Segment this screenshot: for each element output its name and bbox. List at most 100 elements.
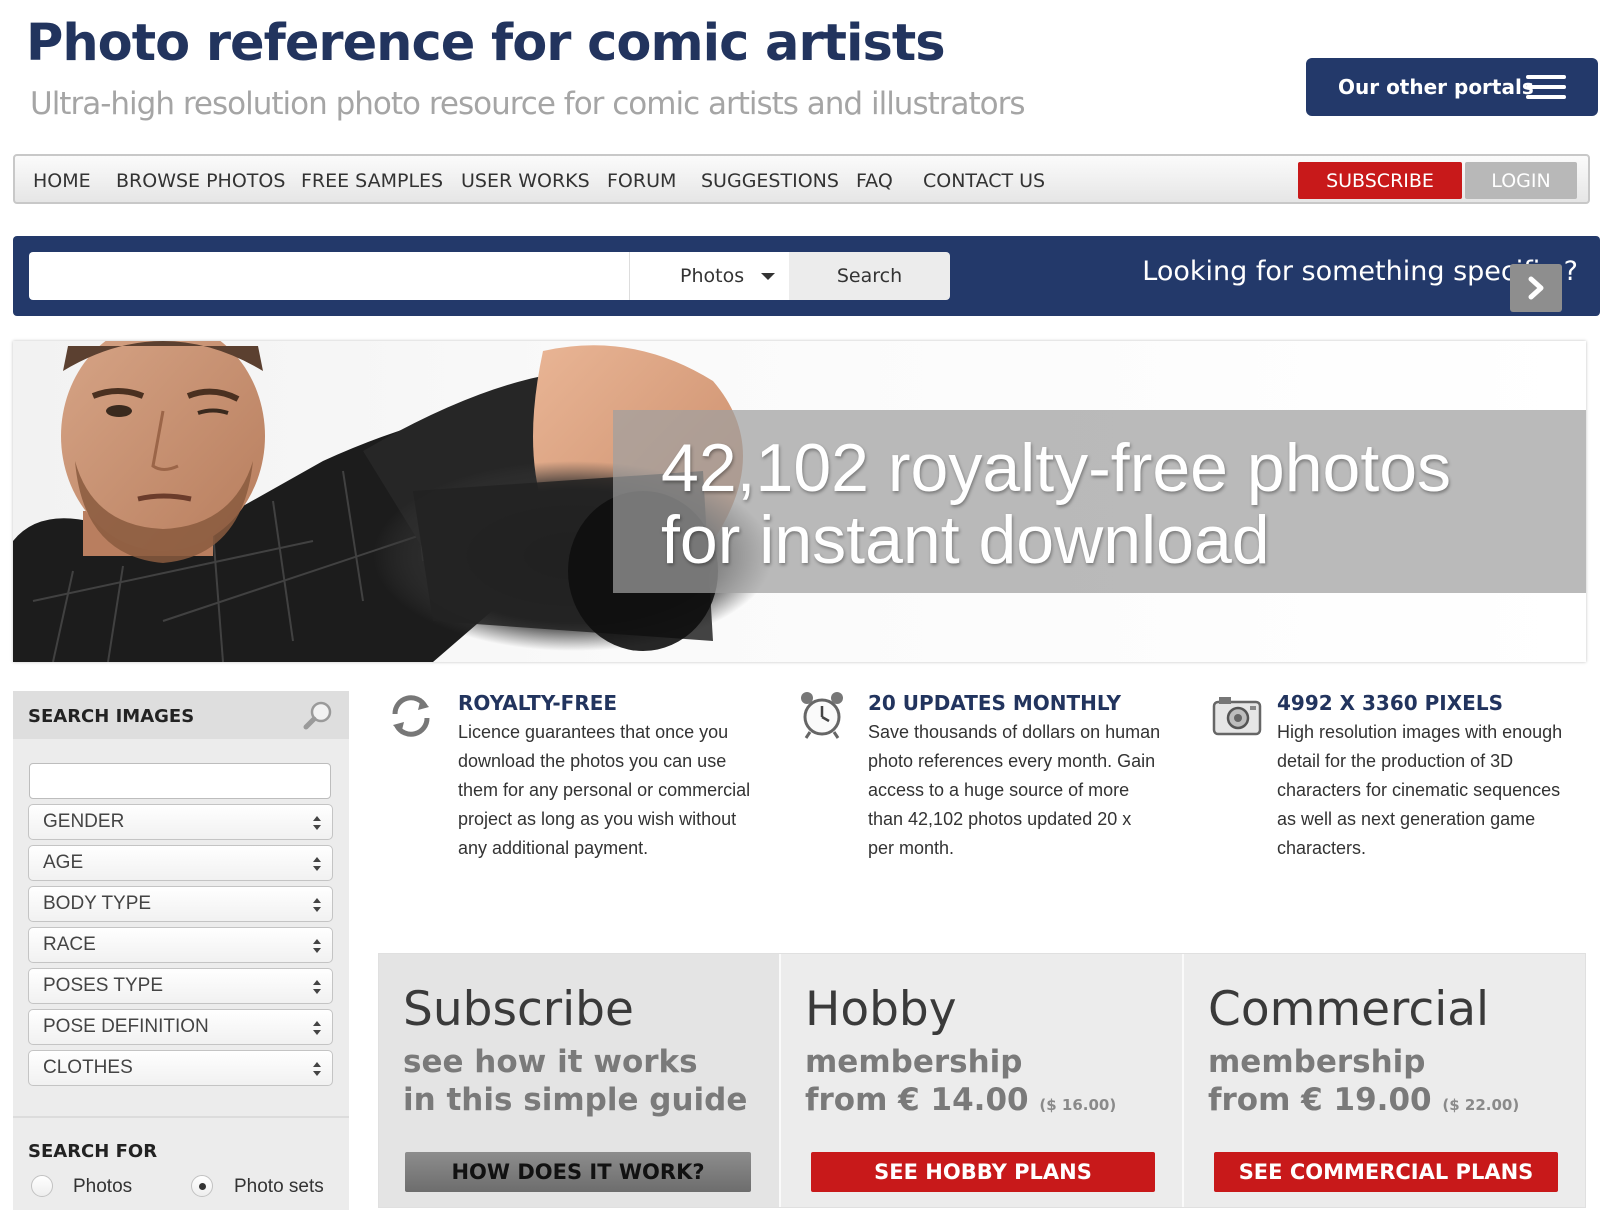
plan-subscribe-guide: Subscribe see how it works in this simpl… (379, 954, 779, 1207)
radio-photo-sets[interactable] (191, 1175, 213, 1197)
plan-hobby: Hobby membership from € 14.00 ($ 16.00) … (781, 954, 1182, 1207)
search-type-value: Photos (680, 265, 745, 287)
feature-line: them for any personal or commercial (458, 780, 751, 800)
body-type-select-label: BODY TYPE (43, 893, 152, 914)
pose-definition-select-label: POSE DEFINITION (43, 1016, 209, 1037)
radio-photos[interactable] (31, 1175, 53, 1197)
plan-line: see how it works (403, 1044, 698, 1080)
see-hobby-plans-button[interactable]: SEE HOBBY PLANS (811, 1152, 1155, 1192)
see-commercial-plans-button[interactable]: SEE COMMERCIAL PLANS (1214, 1152, 1558, 1192)
feature-line: than 42,102 photos updated 20 x (868, 809, 1132, 829)
search-band: Photos Search Looking for something spec… (13, 236, 1600, 316)
updown-arrows-icon (313, 898, 321, 912)
feature-line: Save thousands of dollars on human (868, 722, 1161, 742)
feature-line: detail for the production of 3D (1277, 751, 1514, 771)
search-images-title: SEARCH IMAGES (28, 706, 195, 727)
magnifier-icon[interactable] (303, 700, 333, 730)
plan-price-usd: ($ 22.00) (1442, 1096, 1520, 1114)
radio-photos-label[interactable]: Photos (73, 1176, 132, 1198)
feature-text-updates-monthly: Save thousands of dollars on human photo… (868, 718, 1160, 863)
updown-arrows-icon (313, 1021, 321, 1035)
plan-price-eur: from € 14.00 (805, 1082, 1029, 1118)
site-subtitle: Ultra-high resolution photo resource for… (30, 86, 1026, 122)
caret-down-icon (761, 273, 775, 280)
race-select[interactable]: RACE (28, 927, 333, 963)
other-portals-label: Our other portals (1338, 75, 1534, 99)
feature-line: per month. (868, 838, 955, 858)
feature-title-updates-monthly: 20 UPDATES MONTHLY (868, 691, 1122, 715)
plan-line: membership (1208, 1044, 1426, 1080)
radio-selected-dot (199, 1183, 206, 1190)
nav-item-user-works[interactable]: USER WORKS (461, 170, 590, 192)
updown-arrows-icon (313, 816, 321, 830)
updown-arrows-icon (313, 857, 321, 871)
nav-item-forum[interactable]: FORUM (607, 170, 676, 192)
plan-title: Commercial (1208, 982, 1490, 1037)
chevron-right-icon (1528, 276, 1544, 300)
updown-arrows-icon (313, 980, 321, 994)
gender-select[interactable]: GENDER (28, 804, 333, 840)
search-images-header: SEARCH IMAGES (13, 691, 349, 739)
feature-line: any additional payment. (458, 838, 649, 858)
nav-item-home[interactable]: HOME (33, 170, 91, 192)
pose-definition-select[interactable]: POSE DEFINITION (28, 1009, 333, 1045)
search-for-title: SEARCH FOR (28, 1141, 158, 1162)
camera-icon (1212, 697, 1262, 736)
feature-line: High resolution images with enough (1277, 722, 1563, 742)
plan-commercial: Commercial membership from € 19.00 ($ 22… (1184, 954, 1585, 1207)
hero-caption: 42,102 royalty-free photos for instant d… (613, 410, 1586, 593)
feature-line: characters. (1277, 838, 1367, 858)
search-input[interactable] (29, 252, 629, 300)
how-does-it-work-button[interactable]: HOW DOES IT WORK? (405, 1152, 751, 1192)
login-button[interactable]: LOGIN (1465, 162, 1577, 199)
feature-text-royalty-free: Licence guarantees that once you downloa… (458, 718, 750, 863)
nav-item-suggestions[interactable]: SUGGESTIONS (701, 170, 839, 192)
nav-item-contact-us[interactable]: CONTACT US (923, 170, 1045, 192)
nav-item-browse-photos[interactable]: BROWSE PHOTOS (116, 170, 285, 192)
hero-banner[interactable]: 42,102 royalty-free photos for instant d… (13, 341, 1586, 662)
plan-line: membership (805, 1044, 1023, 1080)
feature-line: Licence guarantees that once you (458, 722, 729, 742)
search-type-select[interactable]: Photos (629, 252, 789, 300)
feature-title-royalty-free: ROYALTY-FREE (458, 691, 618, 715)
feature-line: project as long as you wish without (458, 809, 737, 829)
clothes-select[interactable]: CLOTHES (28, 1050, 333, 1086)
age-select[interactable]: AGE (28, 845, 333, 881)
plan-subtitle: membership from € 19.00 ($ 22.00) (1208, 1043, 1519, 1124)
updown-arrows-icon (313, 1062, 321, 1076)
keyword-input[interactable] (29, 763, 331, 799)
race-select-label: RACE (43, 934, 96, 955)
hamburger-icon (1526, 75, 1566, 99)
feature-line: as well as next generation game (1277, 809, 1536, 829)
poses-type-select[interactable]: POSES TYPE (28, 968, 333, 1004)
plan-price-usd: ($ 16.00) (1039, 1096, 1117, 1114)
feature-line: characters for cinematic sequences (1277, 780, 1561, 800)
clothes-select-label: CLOTHES (43, 1057, 133, 1078)
radio-photo-sets-label[interactable]: Photo sets (234, 1176, 324, 1198)
hero-headline-line1: 42,102 royalty-free photos (661, 430, 1452, 506)
plan-price-line: from € 14.00 ($ 16.00) (805, 1081, 1116, 1124)
feature-line: photo references every month. Gain (868, 751, 1156, 771)
nav-item-faq[interactable]: FAQ (856, 170, 893, 192)
main-nav: HOME BROWSE PHOTOS FREE SAMPLES USER WOR… (13, 154, 1590, 204)
other-portals-button[interactable]: Our other portals (1306, 58, 1598, 116)
nav-item-free-samples[interactable]: FREE SAMPLES (301, 170, 443, 192)
age-select-label: AGE (43, 852, 84, 873)
poses-type-select-label: POSES TYPE (43, 975, 164, 996)
feature-title-pixels: 4992 x 3360 PIXELS (1277, 691, 1503, 715)
search-images-panel: SEARCH IMAGES GENDER AGE BODY TYPE RACE … (13, 691, 349, 1210)
site-title[interactable]: Photo reference for comic artists (26, 14, 946, 73)
sidebar-divider (13, 1116, 349, 1118)
plan-subtitle: see how it works in this simple guide (403, 1043, 747, 1119)
feature-line: download the photos you can use (458, 751, 727, 771)
feature-text-pixels: High resolution images with enough detai… (1277, 718, 1562, 863)
body-type-select[interactable]: BODY TYPE (28, 886, 333, 922)
refresh-icon (392, 695, 430, 737)
plan-title: Subscribe (403, 982, 634, 1037)
hero-headline-line2: for instant download (661, 502, 1270, 578)
alarm-clock-icon (801, 692, 843, 739)
subscribe-button[interactable]: SUBSCRIBE (1298, 162, 1462, 199)
plan-price-line: from € 19.00 ($ 22.00) (1208, 1081, 1519, 1124)
hero-next-button[interactable] (1510, 264, 1562, 312)
search-button[interactable]: Search (789, 252, 950, 300)
